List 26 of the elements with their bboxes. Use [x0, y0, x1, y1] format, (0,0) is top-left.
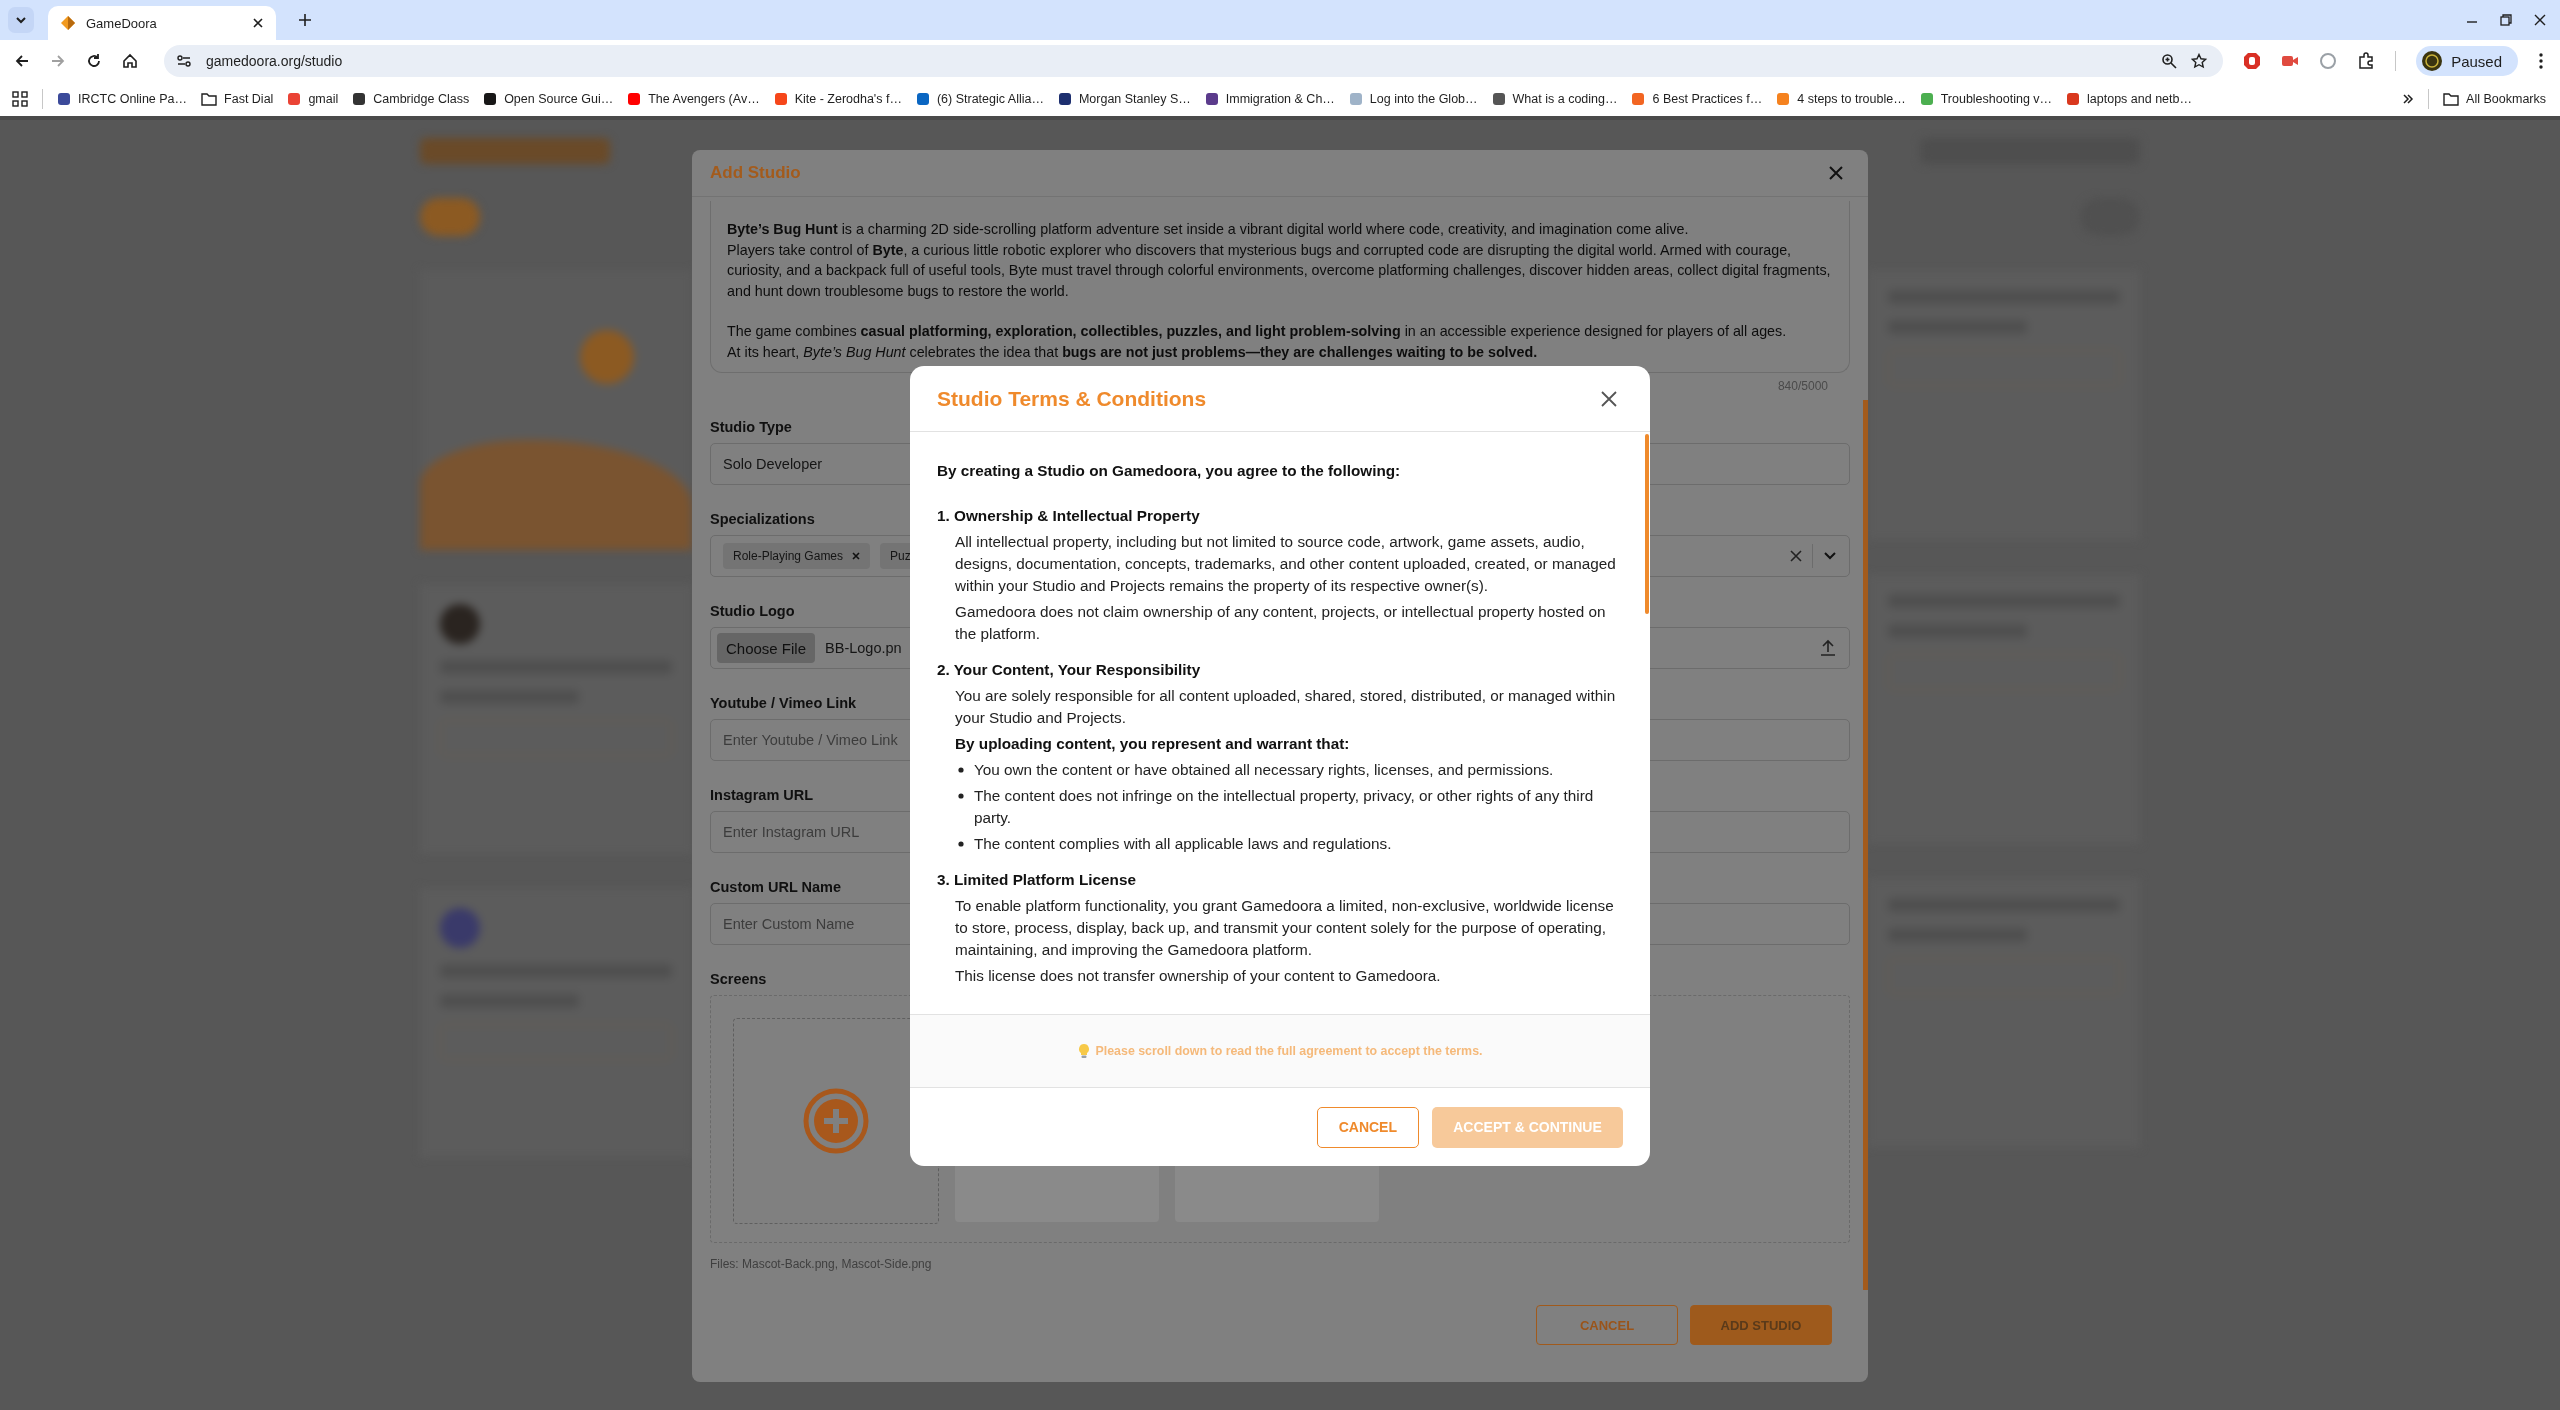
terms-paragraph: To enable platform functionality, you grant Gamedoora a limited, non-exclusive, worldwide license to store, process, display, back up, and transmit your content solely for the purpose of operating, maintaining, and improving the Gamedoora platform.	[955, 896, 1615, 960]
terms-paragraph: You are solely responsible for all content uploaded, shared, stored, distributed, or managed within your Studio and Projects.	[955, 686, 1617, 728]
file-name: BB-Logo.pn	[825, 640, 902, 656]
field-label: Custom URL Name	[710, 879, 842, 895]
field-label: Specializations	[710, 511, 815, 527]
field-label: Studio Logo	[710, 603, 795, 619]
files-note: Files: Mascot-Back.png, Mascot-Side.png	[710, 1257, 933, 1271]
terms-paragraph: Gamedoora does not claim ownership of any content, projects, or intellectual property hosted on the platform.	[955, 602, 1607, 644]
dialog-title: Add Studio	[710, 163, 801, 183]
section-heading: 3. Limited Platform License	[937, 870, 1137, 890]
terms-intro: By creating a Studio on Gamedoora, you agree to the following:	[937, 461, 1402, 481]
field-label: Instagram URL	[710, 787, 814, 803]
list-item: You own the content or have obtained all necessary rights, licenses, and permissions.	[974, 760, 1554, 780]
field-label: Studio Type	[710, 419, 792, 435]
field-label: Youtube / Vimeo Link	[710, 695, 857, 711]
terms-paragraph: All intellectual property, including but not limited to source code, artwork, game assets, audio, designs, documentation, concepts, trademarks, and other content uploaded, created, or managed within your Studio and Projects remains the property of its respective owner(s).	[955, 532, 1617, 596]
section-heading: 2. Your Content, Your Responsibility	[937, 660, 1202, 680]
list-item: The content does not infringe on the intellectual property, privacy, or other rights of any third party.	[974, 786, 1595, 828]
tab-title: GameDoora	[86, 15, 158, 31]
terms-paragraph: This license does not transfer ownership of your content to Gamedoora.	[955, 966, 1442, 986]
field-label: Screens	[710, 971, 767, 987]
dialog-title: Studio Terms & Conditions	[937, 386, 1207, 411]
scroll-hint: Please scroll down to read the full agreement to accept the terms.	[1095, 1044, 1483, 1058]
terms-subheading: By uploading content, you represent and warrant that:	[955, 734, 1351, 754]
section-heading: 1. Ownership & Intellectual Property	[937, 506, 1201, 526]
list-item: The content complies with all applicable laws and regulations.	[974, 834, 1392, 854]
